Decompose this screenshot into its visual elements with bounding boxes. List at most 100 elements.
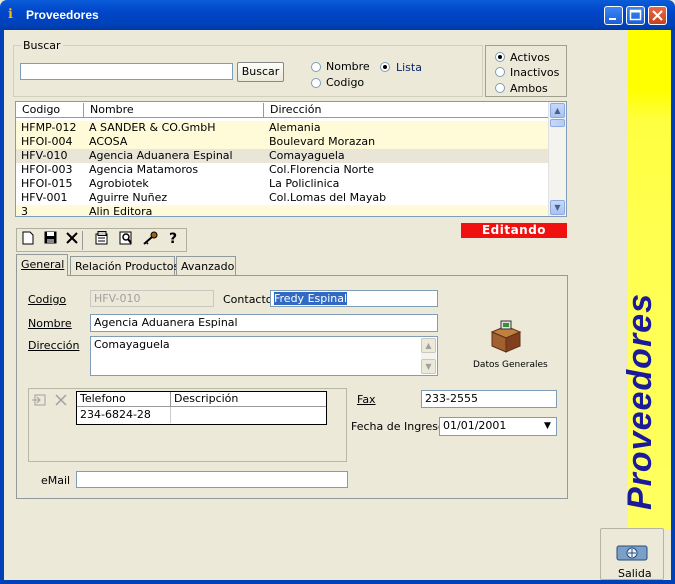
general-tab-panel	[16, 275, 568, 499]
search-list-radio[interactable]	[380, 62, 390, 72]
window-frame-bottom	[0, 580, 675, 584]
table-row-selected[interactable]: HFV-010 Agencia Aduanera Espinal Comayag…	[16, 149, 548, 163]
search-by-code-radio[interactable]	[311, 78, 321, 88]
address-scrollbar[interactable]: ▲ ▼	[421, 338, 436, 374]
both-radio[interactable]	[495, 83, 505, 93]
address-scroll-down-icon[interactable]: ▼	[421, 359, 436, 374]
maximize-icon	[629, 9, 642, 21]
cell-code: HFMP-012	[21, 121, 77, 134]
tab-general[interactable]: General	[16, 254, 68, 276]
column-header-code[interactable]: Codigo	[16, 103, 84, 117]
email-label: eMail	[41, 474, 70, 487]
record-toolbar: ?	[16, 228, 187, 252]
table-row[interactable]: HFV-001 Aguirre Nuñez Col.Lomas del Maya…	[16, 191, 548, 205]
cell-name: ACOSA	[89, 135, 128, 148]
tab-related-products[interactable]: Relación Productos	[70, 256, 179, 275]
email-label-text: eMail	[41, 474, 71, 487]
search-by-name-label: Nombre	[326, 60, 370, 73]
search-input[interactable]	[20, 63, 233, 80]
editing-status-badge: Editando	[461, 223, 567, 238]
address-textarea[interactable]: Comayaguela ▲ ▼	[90, 336, 438, 376]
inactive-label: Inactivos	[510, 66, 560, 79]
address-label: Dirección	[28, 339, 80, 352]
help-question-icon: ?	[169, 231, 177, 247]
general-data-button[interactable]	[488, 318, 524, 354]
phones-table[interactable]: Telefono Descripción 234-6824-28	[76, 391, 327, 425]
contact-field[interactable]: Fredy Espinal	[270, 290, 438, 307]
key-icon	[143, 231, 158, 245]
preview-button[interactable]	[116, 231, 136, 250]
table-row[interactable]: HFOI-015 Agrobiotek La Policlinica	[16, 177, 548, 191]
cell-code: HFOI-015	[21, 177, 73, 190]
save-disk-icon	[44, 231, 56, 244]
chevron-down-icon[interactable]: ▼	[540, 419, 555, 434]
fax-field[interactable]: 233-2555	[421, 390, 557, 408]
access-key-button[interactable]	[140, 231, 160, 250]
exit-button[interactable]: Salida	[600, 528, 664, 580]
cell-name: Aguirre Nuñez	[89, 191, 168, 204]
new-record-button[interactable]	[18, 231, 38, 250]
entry-date-select[interactable]: 01/01/2001 ▼	[439, 417, 557, 436]
entry-date-value: 01/01/2001	[443, 419, 507, 432]
exit-label: Salida	[618, 567, 652, 580]
phone-column-header[interactable]: Telefono	[77, 392, 171, 407]
save-button[interactable]	[40, 231, 60, 250]
delete-x-icon	[66, 232, 78, 244]
inactive-radio[interactable]	[495, 67, 505, 77]
title-bar[interactable]: ℹ Proveedores	[0, 0, 675, 30]
cell-address: Comayaguela	[269, 149, 345, 162]
minimize-button[interactable]	[604, 6, 623, 25]
active-radio[interactable]	[495, 52, 505, 62]
scroll-up-icon[interactable]: ▲	[550, 103, 565, 118]
grid-header: Codigo Nombre Dirección	[16, 102, 548, 118]
search-legend: Buscar	[21, 39, 63, 52]
tab-advanced[interactable]: Avanzado	[176, 256, 236, 275]
phone-description-column-header[interactable]: Descripción	[171, 392, 326, 407]
window-title: Proveedores	[26, 8, 99, 22]
cell-address: Boulevard Morazan	[269, 135, 376, 148]
fax-label: Fax	[357, 393, 376, 406]
address-scroll-up-icon[interactable]: ▲	[421, 338, 436, 353]
cell-code: HFOI-004	[21, 135, 73, 148]
properties-button[interactable]	[92, 231, 112, 250]
cell-address: La Policlinica	[269, 177, 340, 190]
table-row[interactable]: HFOI-003 Agencia Matamoros Col.Florencia…	[16, 163, 548, 177]
table-row[interactable]: HFOI-004 ACOSA Boulevard Morazan	[16, 135, 548, 149]
close-button[interactable]	[648, 6, 667, 25]
help-button[interactable]: ?	[164, 231, 184, 250]
name-label: Nombre	[28, 317, 72, 330]
table-row[interactable]: 3 Alin Editora	[16, 205, 548, 217]
contact-selected-text: Fredy Espinal	[274, 292, 348, 305]
delete-button[interactable]	[62, 231, 83, 250]
suppliers-grid[interactable]: Codigo Nombre Dirección HFMP-012 A SANDE…	[15, 101, 567, 217]
name-field[interactable]: Agencia Aduanera Espinal	[90, 314, 438, 332]
scroll-thumb[interactable]	[550, 119, 565, 127]
cell-code: HFOI-003	[21, 163, 73, 176]
table-row[interactable]: HFMP-012 A SANDER & CO.GmbH Alemania	[16, 121, 548, 135]
import-phone-button[interactable]	[30, 393, 48, 409]
grid-scrollbar[interactable]: ▲ ▼	[548, 102, 566, 216]
search-by-code-label: Codigo	[326, 76, 365, 89]
column-header-name[interactable]: Nombre	[84, 103, 264, 117]
window-frame-right	[671, 30, 675, 584]
phone-description-cell[interactable]	[171, 407, 326, 423]
active-label: Activos	[510, 51, 550, 64]
cell-address: Col.Florencia Norte	[269, 163, 374, 176]
column-header-address[interactable]: Dirección	[264, 103, 548, 117]
phone-number-cell[interactable]: 234-6824-28	[77, 407, 171, 423]
search-button[interactable]: Buscar	[237, 62, 284, 82]
cell-code: HFV-010	[21, 149, 68, 162]
cell-name: Agencia Aduanera Espinal	[89, 149, 233, 162]
address-text: Comayaguela	[94, 338, 170, 351]
email-field[interactable]	[76, 471, 348, 488]
minimize-icon	[609, 18, 616, 20]
both-label: Ambos	[510, 82, 548, 95]
delete-phone-button[interactable]	[54, 393, 72, 409]
cell-name: Alin Editora	[89, 205, 153, 217]
scroll-down-icon[interactable]: ▼	[550, 200, 565, 215]
properties-icon	[95, 231, 108, 245]
new-document-icon	[22, 231, 34, 245]
search-by-name-radio[interactable]	[311, 62, 321, 72]
tab-advanced-label: Avanzado	[181, 260, 235, 273]
maximize-button[interactable]	[626, 6, 645, 25]
